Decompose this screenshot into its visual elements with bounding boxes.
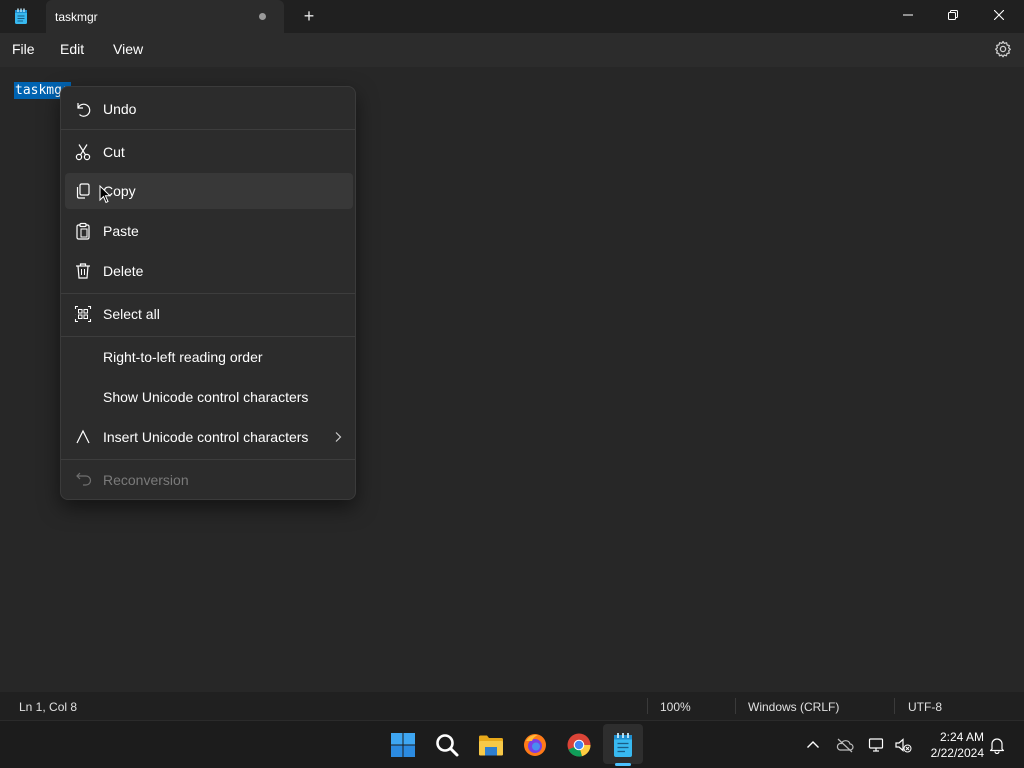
menu-item-undo[interactable]: Undo bbox=[65, 91, 353, 127]
menu-item-label: Right-to-left reading order bbox=[103, 349, 263, 365]
line-ending: Windows (CRLF) bbox=[748, 700, 840, 714]
menu-item-label: Delete bbox=[103, 263, 144, 279]
active-app-indicator bbox=[615, 763, 631, 766]
menu-item-reconversion[interactable]: Reconversion bbox=[65, 462, 353, 498]
menu-item-select-all[interactable]: Select all bbox=[65, 296, 353, 332]
taskbar: 2:24 AM 2/22/2024 bbox=[0, 720, 1024, 768]
menu-item-label: Show Unicode control characters bbox=[103, 389, 309, 405]
trash-icon bbox=[76, 263, 90, 279]
unsaved-indicator-icon[interactable] bbox=[259, 13, 266, 20]
zoom-level: 100% bbox=[660, 700, 691, 714]
notepad-app-icon bbox=[15, 8, 27, 24]
file-explorer-icon[interactable] bbox=[478, 732, 504, 758]
status-divider bbox=[647, 698, 648, 714]
menu-item-label: Cut bbox=[103, 144, 125, 160]
menu-divider bbox=[61, 336, 355, 337]
menu-item-label: Insert Unicode control characters bbox=[103, 429, 309, 445]
network-icon[interactable] bbox=[868, 736, 886, 754]
chevron-up-icon[interactable] bbox=[804, 736, 822, 754]
menu-bar: File Edit View bbox=[0, 33, 1024, 67]
scissors-icon bbox=[75, 144, 91, 161]
menu-item-insert-unicode[interactable]: Insert Unicode control characters bbox=[65, 419, 353, 455]
select-all-icon bbox=[74, 305, 92, 323]
document-tab[interactable]: taskmgr bbox=[46, 0, 284, 33]
menu-edit[interactable]: Edit bbox=[60, 41, 84, 57]
chevron-right-icon bbox=[335, 432, 342, 442]
mouse-cursor-icon bbox=[99, 185, 111, 204]
menu-item-cut[interactable]: Cut bbox=[65, 134, 353, 170]
menu-divider bbox=[61, 129, 355, 130]
undo-icon bbox=[77, 103, 91, 117]
title-bar: taskmgr + bbox=[0, 0, 1024, 33]
menu-view[interactable]: View bbox=[113, 41, 143, 57]
status-divider bbox=[894, 698, 895, 714]
menu-item-label: Undo bbox=[103, 101, 137, 117]
clock[interactable]: 2:24 AM 2/22/2024 bbox=[920, 729, 984, 761]
caret-icon bbox=[76, 429, 90, 444]
close-icon bbox=[994, 10, 1004, 20]
restore-icon bbox=[948, 10, 958, 20]
chrome-icon[interactable] bbox=[566, 732, 592, 758]
menu-file[interactable]: File bbox=[12, 41, 35, 57]
menu-item-delete[interactable]: Delete bbox=[65, 253, 353, 289]
new-tab-button[interactable]: + bbox=[300, 6, 318, 26]
menu-divider bbox=[61, 459, 355, 460]
search-icon[interactable] bbox=[434, 732, 460, 758]
menu-item-show-unicode[interactable]: Show Unicode control characters bbox=[65, 379, 353, 415]
status-divider bbox=[735, 698, 736, 714]
reconversion-icon bbox=[76, 472, 92, 486]
tab-title: taskmgr bbox=[55, 10, 98, 24]
firefox-icon[interactable] bbox=[522, 732, 548, 758]
minimize-icon bbox=[903, 14, 913, 16]
menu-item-paste[interactable]: Paste bbox=[65, 213, 353, 249]
menu-item-label: Reconversion bbox=[103, 472, 189, 488]
restore-button[interactable] bbox=[930, 0, 976, 30]
clock-time: 2:24 AM bbox=[939, 730, 984, 744]
close-button[interactable] bbox=[976, 0, 1022, 30]
notification-bell-icon[interactable] bbox=[988, 736, 1006, 754]
status-bar: Ln 1, Col 8 100% Windows (CRLF) UTF-8 bbox=[0, 692, 1024, 720]
gear-icon[interactable] bbox=[994, 40, 1012, 58]
cursor-position: Ln 1, Col 8 bbox=[19, 700, 78, 714]
encoding: UTF-8 bbox=[908, 700, 942, 714]
windows-start-icon[interactable] bbox=[390, 732, 416, 758]
volume-muted-icon[interactable] bbox=[894, 736, 912, 754]
notepad-icon[interactable] bbox=[610, 732, 636, 758]
onedrive-offline-icon[interactable] bbox=[836, 736, 854, 754]
clock-date: 2/22/2024 bbox=[930, 746, 984, 760]
clipboard-icon bbox=[76, 222, 90, 240]
menu-item-label: Select all bbox=[103, 306, 160, 322]
minimize-button[interactable] bbox=[885, 0, 931, 30]
menu-item-label: Paste bbox=[103, 223, 139, 239]
menu-divider bbox=[61, 293, 355, 294]
copy-icon bbox=[76, 183, 90, 199]
context-menu: Undo Cut Copy Paste Delete Select all Ri… bbox=[60, 86, 356, 500]
menu-item-rtl-reading-order[interactable]: Right-to-left reading order bbox=[65, 339, 353, 375]
